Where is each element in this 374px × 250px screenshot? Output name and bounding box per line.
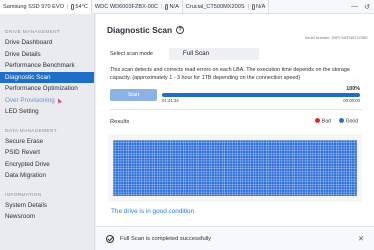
drive-temp: N/A: [169, 3, 179, 10]
tab-divider: |: [66, 3, 69, 10]
bad-dot-icon: [314, 118, 320, 123]
divider: [110, 109, 362, 110]
sidebar: DRIVE MANAGEMENT Drive Dashboard Drive D…: [0, 14, 95, 250]
scan-mode-label: Select scan mode: [110, 51, 153, 57]
serial-number: Serial Number: S5PCNZFN874235D: [304, 35, 368, 40]
sidebar-item-system-details[interactable]: System Details: [0, 200, 94, 212]
sidebar-item-newsroom[interactable]: Newsroom: [0, 211, 94, 223]
lba-block-grid: [113, 140, 357, 196]
sidebar-item-psid-revert[interactable]: PSID Revert: [0, 147, 94, 159]
legend-bad-label: Bad: [321, 118, 331, 125]
magician-app: Samsung SSD 970 EVO | 54°C WDC WD6003FZB…: [0, 0, 374, 250]
drive-temp: 54°C: [75, 3, 88, 10]
completion-toast: Full Scan is completed successfully ✕: [96, 226, 374, 250]
thermometer-icon: [252, 3, 256, 10]
elapsed-time: 01:41:34: [162, 98, 179, 103]
section-title-drive-management: DRIVE MANAGEMENT: [5, 30, 61, 35]
tab-divider: |: [247, 3, 250, 10]
thermometer-icon: [165, 3, 169, 10]
diagnostic-scan-panel: Diagnostic Scan ? Serial Number: S5PCNZF…: [96, 14, 374, 226]
results-legend: Bad Good: [314, 118, 358, 125]
window-controls: — ↺: [351, 3, 374, 11]
good-dot-icon: [338, 118, 344, 123]
mouse-cursor-icon: [56, 96, 62, 104]
drive-tab-crucial[interactable]: Crucial_CT500MX200S | N/A: [183, 0, 270, 14]
check-circle-icon: [106, 234, 114, 243]
sidebar-item-data-migration[interactable]: Data Migration: [0, 170, 94, 182]
drive-status-text: The drive is in good condition: [111, 208, 195, 215]
scan-mode-row: Select scan mode Full Scan: [110, 48, 259, 60]
sidebar-item-drive-details[interactable]: Drive Details: [0, 49, 94, 61]
drive-tab-name: Crucial_CT500MX200S: [185, 3, 245, 10]
drive-tab-name: WDC WD6003FZBX-00C: [94, 3, 159, 10]
toast-message: Full Scan is completed successfully: [120, 235, 212, 242]
page-header: Diagnostic Scan ?: [107, 25, 185, 35]
minimize-icon[interactable]: —: [351, 3, 358, 10]
page-title: Diagnostic Scan: [107, 25, 173, 35]
sidebar-item-performance-benchmark[interactable]: Performance Benchmark: [0, 60, 94, 72]
scan-results-map: [108, 134, 362, 202]
legend-bad: Bad: [314, 118, 331, 125]
sidebar-item-encrypted-drive[interactable]: Encrypted Drive: [0, 159, 94, 171]
drive-tab-samsung-970-evo[interactable]: Samsung SSD 970 EVO | 54°C: [0, 0, 92, 14]
sidebar-item-diagnostic-scan[interactable]: Diagnostic Scan: [0, 71, 94, 83]
progress-percent: 100%: [346, 86, 360, 92]
sidebar-item-label: Over Provisioning: [5, 96, 55, 104]
sidebar-item-secure-erase[interactable]: Secure Erase: [0, 136, 94, 148]
close-icon[interactable]: ✕: [358, 235, 364, 243]
progress-bar: [162, 93, 360, 97]
help-icon[interactable]: ?: [176, 26, 185, 34]
sidebar-item-performance-optimization[interactable]: Performance Optimization: [0, 83, 94, 95]
sidebar-item-drive-dashboard[interactable]: Drive Dashboard: [0, 37, 94, 49]
section-title-information: INFORMATION: [5, 192, 42, 198]
drive-temp: N/A: [256, 3, 266, 10]
start-button[interactable]: Start: [110, 89, 157, 101]
drive-tab-bar: Samsung SSD 970 EVO | 54°C WDC WD6003FZB…: [0, 0, 374, 14]
remaining-time: 00:00:00: [343, 98, 360, 103]
sidebar-item-led-setting[interactable]: LED Setting: [0, 106, 94, 118]
thermometer-icon: [71, 3, 75, 10]
section-title-data-management: DATA MANAGEMENT: [5, 128, 58, 134]
drive-tab-wdc[interactable]: WDC WD6003FZBX-00C | N/A: [92, 0, 183, 14]
refresh-icon[interactable]: ↺: [364, 3, 370, 11]
legend-good-label: Good: [345, 118, 358, 125]
tab-divider: |: [161, 3, 163, 10]
drive-tab-name: Samsung SSD 970 EVO: [3, 3, 64, 10]
legend-good: Good: [338, 118, 358, 125]
sidebar-item-over-provisioning[interactable]: Over Provisioning: [0, 95, 94, 107]
scan-mode-select[interactable]: Full Scan: [168, 48, 259, 60]
scan-description: This scan detects and corrects read erro…: [110, 67, 350, 81]
results-label: Results: [110, 119, 130, 125]
